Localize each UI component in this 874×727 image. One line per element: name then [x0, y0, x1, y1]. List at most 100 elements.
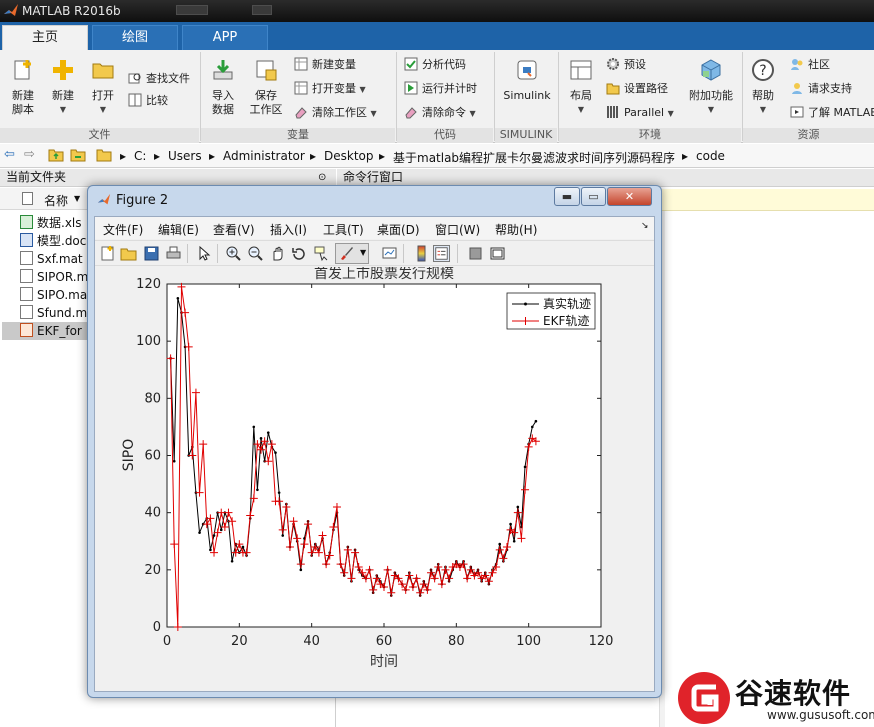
parallel-icon: [607, 106, 618, 118]
back-arrow-icon[interactable]: ⇦: [4, 147, 15, 162]
clear-workspace-button[interactable]: 清除工作区 ▼: [294, 104, 377, 122]
request-support-button[interactable]: 请求支持: [790, 80, 852, 98]
simulink-icon: [517, 60, 537, 80]
learn-matlab-button[interactable]: 了解 MATLAB: [790, 104, 874, 122]
title-bar-button[interactable]: [252, 5, 272, 15]
simulink-button[interactable]: Simulink: [502, 58, 552, 103]
breadcrumb-item[interactable]: 基于matlab编程扩展卡尔曼滤波求时间序列源码程序: [393, 149, 675, 166]
file-row[interactable]: Sxf.mat: [20, 250, 83, 268]
rotate-icon[interactable]: [291, 245, 308, 262]
preferences-button[interactable]: 预设: [606, 56, 646, 74]
menu-insert[interactable]: 插入(I): [270, 221, 307, 238]
x-tick-label: 0: [163, 634, 171, 649]
chart-title: 首发上市股票发行规模: [314, 267, 454, 282]
brush-button[interactable]: ▼: [335, 243, 369, 264]
new-figure-icon[interactable]: [99, 245, 116, 262]
save-icon[interactable]: [143, 245, 160, 262]
compare-button[interactable]: 比较: [128, 92, 168, 110]
legend-label: 真实轨迹: [543, 296, 591, 311]
find-files-button[interactable]: 查找文件: [128, 70, 190, 88]
save-workspace-button[interactable]: 保存 工作区: [246, 58, 286, 117]
addons-button[interactable]: 附加功能 ▼: [688, 58, 734, 117]
help-button[interactable]: ? 帮助 ▼: [748, 58, 778, 117]
menu-tools[interactable]: 工具(T): [323, 221, 364, 238]
close-button[interactable]: ✕: [607, 187, 652, 206]
open-variable-button[interactable]: 打开变量 ▼: [294, 80, 366, 98]
maximize-button[interactable]: ▭: [581, 187, 606, 206]
menu-window[interactable]: 窗口(W): [435, 221, 480, 238]
hide-plot-tools-icon[interactable]: [467, 245, 484, 262]
figure-title: Figure 2: [116, 193, 169, 208]
figure-body: 文件(F) 编辑(E) 查看(V) 插入(I) 工具(T) 桌面(D) 窗口(W…: [94, 216, 655, 692]
dock-arrow-icon[interactable]: ↘: [641, 221, 649, 231]
set-path-button[interactable]: 设置路径: [606, 80, 668, 98]
open-file-icon[interactable]: [120, 245, 137, 262]
tab-plots[interactable]: 绘图: [92, 25, 178, 50]
menu-edit[interactable]: 编辑(E): [158, 221, 199, 238]
breadcrumb-item[interactable]: Administrator: [223, 149, 305, 163]
forward-arrow-icon[interactable]: ⇨: [24, 147, 35, 162]
parallel-button[interactable]: Parallel ▼: [606, 104, 674, 122]
community-icon: [791, 59, 803, 70]
show-plot-tools-icon[interactable]: [489, 245, 506, 262]
data-point-real: [230, 559, 234, 563]
zoom-in-icon[interactable]: [225, 245, 242, 262]
new-button[interactable]: 新建 ▼: [46, 58, 80, 117]
breadcrumb-item[interactable]: code: [696, 149, 725, 163]
eraser-icon: [405, 107, 417, 119]
open-button[interactable]: 打开 ▼: [86, 58, 120, 117]
minimize-button[interactable]: ▬: [554, 187, 580, 206]
file-row[interactable]: 模型.doc: [20, 232, 86, 250]
new-variable-button[interactable]: 新建变量: [294, 56, 356, 74]
x-tick-label: 20: [231, 634, 248, 649]
legend-icon[interactable]: [433, 245, 450, 262]
pointer-icon[interactable]: [195, 245, 212, 262]
breadcrumb-item[interactable]: Users: [168, 149, 202, 163]
folder-icon: [96, 149, 112, 162]
analyze-code-icon: [404, 57, 418, 71]
tab-apps[interactable]: APP: [182, 25, 268, 50]
breadcrumb-item[interactable]: C:: [134, 149, 146, 163]
layout-button[interactable]: 布局 ▼: [566, 58, 596, 117]
clear-commands-button[interactable]: 清除命令 ▼: [404, 104, 476, 122]
menu-view[interactable]: 查看(V): [213, 221, 255, 238]
support-icon: [792, 83, 802, 94]
y-tick-label: 120: [136, 277, 161, 292]
tab-home[interactable]: 主页: [2, 25, 88, 50]
file-row[interactable]: SIPO.ma: [20, 286, 87, 304]
browse-folder-icon[interactable]: [70, 148, 86, 162]
line-chart[interactable]: 0 20 40 60 80 100 120 0 20 40 60 80 100 120 首发上市股票发行…: [95, 265, 654, 691]
new-script-button[interactable]: 新建 脚本: [6, 58, 40, 117]
divider: [457, 244, 458, 263]
run-and-time-button[interactable]: 运行并计时: [404, 80, 477, 98]
file-row[interactable]: SIPOR.m: [20, 268, 88, 286]
menu-help[interactable]: 帮助(H): [495, 221, 537, 238]
layout-icon: [570, 60, 592, 80]
colorbar-icon[interactable]: [413, 245, 430, 262]
zoom-out-icon[interactable]: [247, 245, 264, 262]
data-point-real: [259, 437, 263, 440]
menu-file[interactable]: 文件(F): [103, 221, 143, 238]
file-row[interactable]: Sfund.m: [20, 304, 87, 322]
analyze-code-button[interactable]: 分析代码: [404, 56, 466, 74]
data-cursor-icon[interactable]: [313, 245, 330, 262]
column-name[interactable]: 名称: [44, 192, 68, 209]
up-folder-icon[interactable]: [48, 148, 64, 162]
x-tick-label: 60: [376, 634, 393, 649]
data-point-real: [498, 542, 502, 546]
menu-desktop[interactable]: 桌面(D): [377, 221, 420, 238]
breadcrumb-item[interactable]: Desktop: [324, 149, 374, 163]
legend[interactable]: 真实轨迹 EKF轨迹: [506, 292, 596, 330]
link-plot-icon[interactable]: [381, 245, 398, 262]
community-button[interactable]: 社区: [790, 56, 830, 74]
import-data-button[interactable]: 导入 数据: [206, 58, 240, 117]
panel-menu-icon[interactable]: ⊙: [318, 169, 326, 186]
pan-icon[interactable]: [269, 245, 286, 262]
toolstrip-tabs: 主页 绘图 APP: [0, 22, 874, 50]
sort-arrow-icon[interactable]: ▼: [74, 194, 80, 203]
print-icon[interactable]: [165, 245, 182, 262]
environment-group-label: 环境: [559, 128, 741, 143]
title-bar-button[interactable]: [176, 5, 208, 15]
x-axis-label: 时间: [370, 654, 398, 670]
file-row[interactable]: 数据.xls: [20, 214, 82, 232]
